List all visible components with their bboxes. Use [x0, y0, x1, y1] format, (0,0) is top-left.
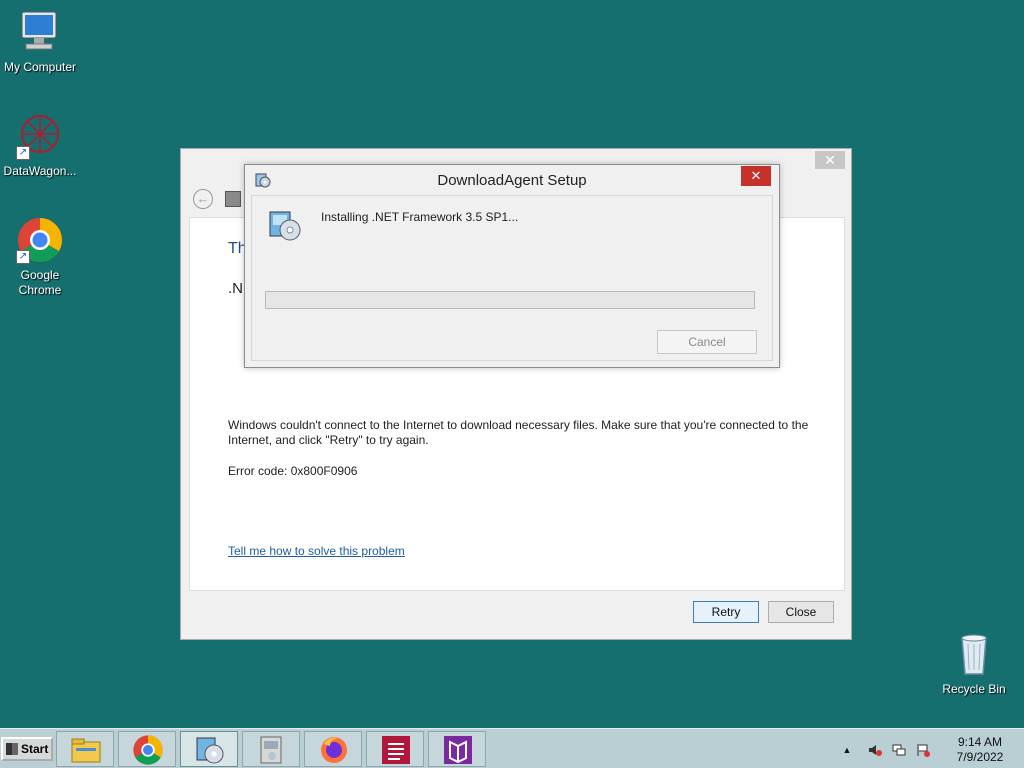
back-arrow-icon[interactable]: ←	[193, 189, 213, 209]
clock[interactable]: 9:14 AM 7/9/2022	[950, 735, 1010, 765]
install-status-text: Installing .NET Framework 3.5 SP1...	[321, 210, 519, 224]
desktop-icon-label: DataWagon...	[3, 164, 77, 178]
close-button[interactable]: ✕	[815, 151, 845, 169]
dialog-titlebar[interactable]: DownloadAgent Setup ✕	[245, 165, 779, 195]
shortcut-arrow-icon: ↗	[16, 146, 30, 160]
desktop-icon-recycle-bin[interactable]: Recycle Bin	[934, 630, 1014, 697]
taskbar-app-purple[interactable]	[428, 731, 486, 767]
volume-muted-icon[interactable]	[868, 743, 882, 757]
install-progress-bar	[265, 291, 755, 309]
clock-time: 9:14 AM	[957, 735, 1003, 749]
start-label: Start	[21, 742, 49, 756]
desktop-icon-label: Google Chrome	[18, 268, 62, 297]
app-purple-icon	[442, 734, 474, 766]
show-hidden-icons-icon[interactable]: ▲	[840, 743, 854, 757]
download-agent-setup-dialog: DownloadAgent Setup ✕ Installing .NET Fr…	[244, 164, 780, 368]
chrome-icon	[132, 734, 164, 766]
taskbar-firefox[interactable]	[304, 731, 362, 767]
firefox-icon	[318, 734, 350, 766]
taskbar-setup[interactable]	[180, 731, 238, 767]
error-code: Error code: 0x800F0906	[228, 464, 358, 478]
dialog-title: DownloadAgent Setup	[437, 172, 587, 189]
network-icon[interactable]	[892, 743, 906, 757]
desktop-icon-datawagon[interactable]: ↗ DataWagon...	[0, 112, 80, 179]
app-red-icon	[380, 734, 412, 766]
taskbar: Start ▲ 9:14 AM 7/9/2022	[0, 728, 1024, 768]
desktop-icon-google-chrome[interactable]: ↗ Google Chrome	[0, 216, 80, 298]
start-button[interactable]: Start	[1, 737, 53, 761]
close-dialog-button[interactable]: Close	[768, 601, 834, 623]
taskbar-chrome[interactable]	[118, 731, 176, 767]
retry-button[interactable]: Retry	[693, 601, 759, 623]
taskbar-file-explorer[interactable]	[56, 731, 114, 767]
clock-date: 7/9/2022	[956, 750, 1004, 764]
setup-icon	[194, 734, 226, 766]
taskbar-installer[interactable]	[242, 731, 300, 767]
system-tray: ▲ 9:14 AM 7/9/2022	[830, 733, 1010, 765]
desktop-icon-my-computer[interactable]: My Computer	[0, 8, 80, 75]
window-features-icon	[225, 191, 241, 207]
computer-icon	[16, 8, 64, 56]
recycle-bin-icon	[950, 630, 998, 678]
start-flag-icon	[6, 743, 18, 755]
desktop-icon-label: Recycle Bin	[942, 682, 1006, 696]
dialog-close-button[interactable]: ✕	[741, 166, 771, 186]
datawagon-icon: ↗	[16, 112, 64, 160]
dialog-body: Installing .NET Framework 3.5 SP1... Can…	[251, 195, 773, 361]
help-link[interactable]: Tell me how to solve this problem	[228, 544, 405, 558]
desktop-icon-label: My Computer	[3, 60, 77, 74]
installer-icon	[256, 734, 288, 766]
taskbar-app-red[interactable]	[366, 731, 424, 767]
action-center-icon[interactable]	[916, 743, 930, 757]
error-message: Windows couldn't connect to the Internet…	[228, 418, 809, 447]
file-explorer-icon	[70, 734, 102, 766]
shortcut-arrow-icon: ↗	[16, 250, 30, 264]
cancel-button[interactable]: Cancel	[657, 330, 757, 354]
chrome-icon: ↗	[16, 216, 64, 264]
installer-package-icon	[268, 208, 302, 242]
